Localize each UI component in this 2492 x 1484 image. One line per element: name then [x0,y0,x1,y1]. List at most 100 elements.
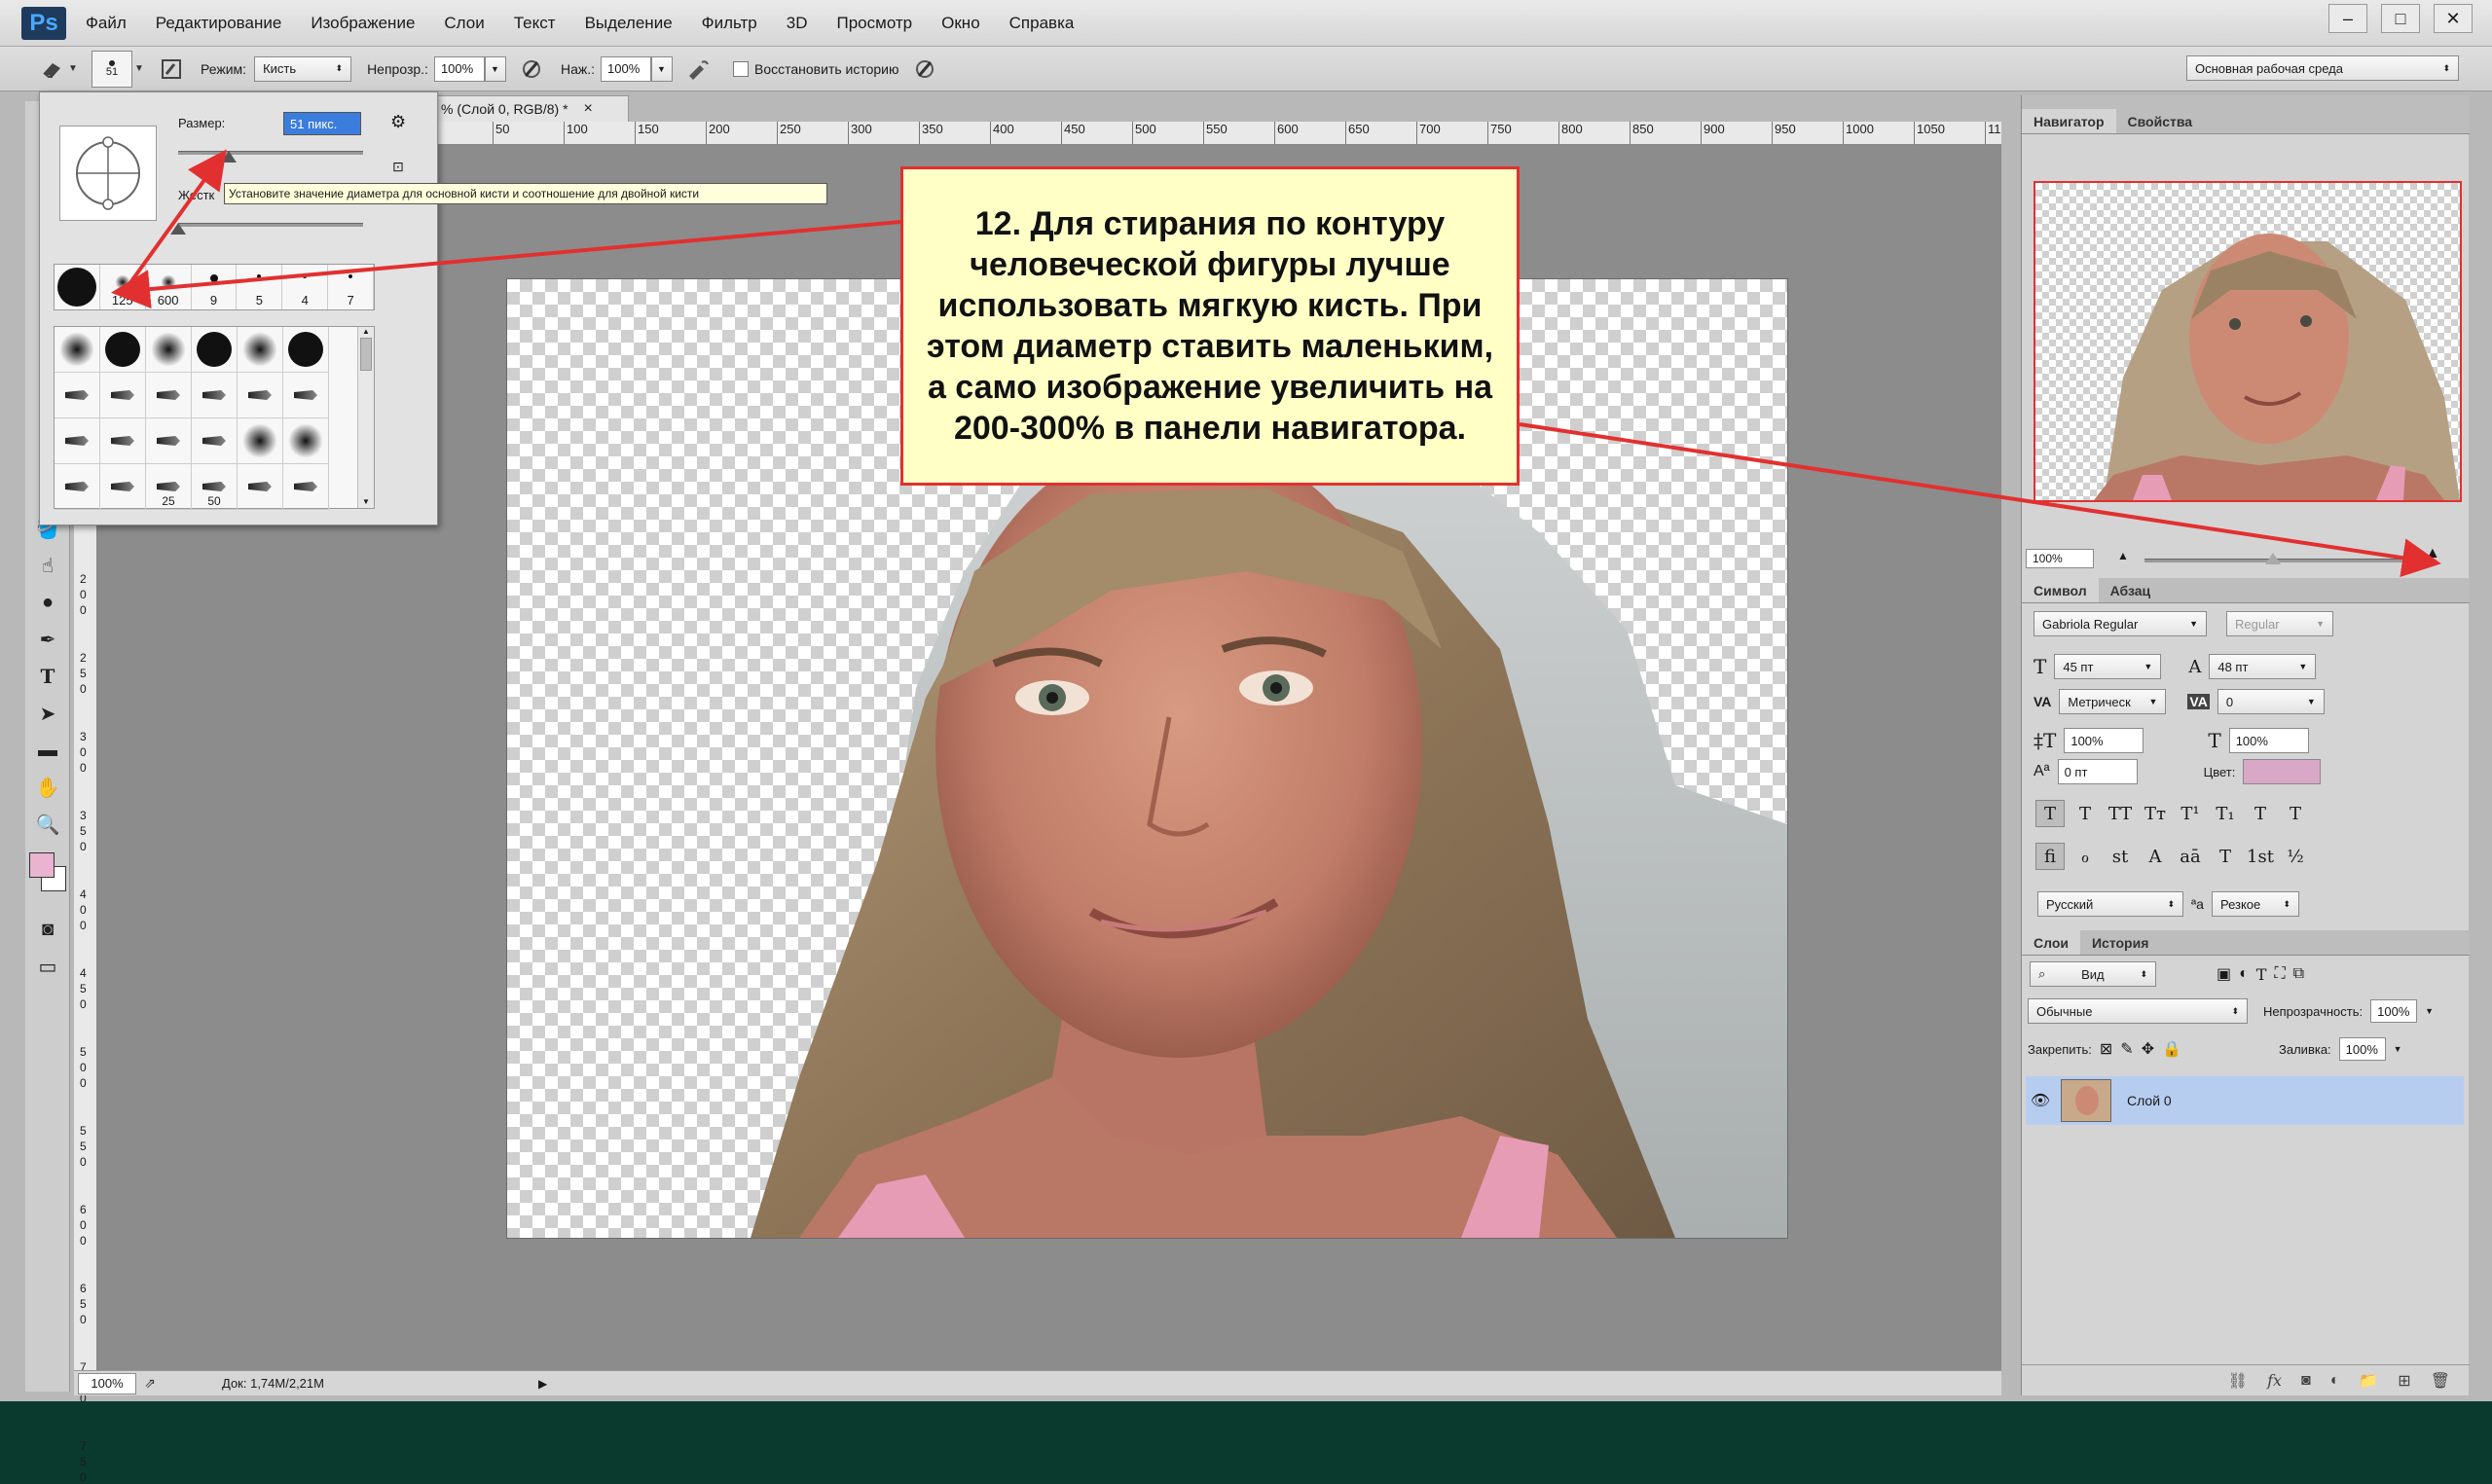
document-tab[interactable]: % (Слой 0, RGB/8) * × [434,95,629,122]
adjustment-layer-icon[interactable]: ◐ [2330,1372,2340,1390]
brush-preset[interactable]: 25 [146,464,192,510]
tab-layers[interactable]: Слои [2022,930,2080,955]
horizontal-scale-input[interactable]: 100% [2228,728,2309,753]
recent-brush-preset[interactable]: 5 [237,265,283,309]
format-button-2-2[interactable]: st [2106,843,2135,870]
format-button-1-0[interactable]: T [2035,800,2065,827]
navigator-zoom-input[interactable]: 100% [2026,549,2094,568]
link-layers-icon[interactable]: ⛓ [2228,1371,2248,1391]
brush-preset[interactable] [55,327,100,373]
layer-filter-select[interactable]: ⌕ Вид ⬍ [2030,961,2156,987]
layer-name[interactable]: Слой 0 [2127,1093,2172,1108]
add-mask-icon[interactable]: ◙ [2301,1372,2311,1390]
tab-navigator[interactable]: Навигатор [2022,109,2116,133]
maximize-button[interactable]: □ [2381,4,2420,33]
menu-item-7[interactable]: 3D [787,14,808,33]
brush-preset[interactable] [192,327,238,373]
flow-dropdown[interactable]: ▼ [651,55,673,82]
antialias-select[interactable]: Резкое ⬍ [2211,891,2299,917]
brush-preset[interactable] [192,373,238,418]
format-button-2-3[interactable]: A [2141,843,2170,870]
tracking-select[interactable]: 0 ▼ [2217,689,2325,714]
format-button-2-1[interactable]: ℴ [2071,843,2100,870]
baseline-shift-input[interactable]: 0 пт [2057,759,2138,784]
close-button[interactable]: ✕ [2434,4,2473,33]
font-size-select[interactable]: 45 пт ▼ [2054,654,2162,679]
filter-shape-icon[interactable]: ⛶ [2274,965,2285,983]
tool-pen[interactable]: ✒ [25,621,70,658]
brush-preset[interactable] [238,373,283,418]
menu-item-4[interactable]: Текст [514,14,556,33]
tool-smudge[interactable]: ☝ [25,547,70,584]
brush-preset[interactable] [146,373,192,418]
mode-select[interactable]: Кисть ⬍ [254,55,352,82]
tool-shape[interactable]: ▬ [25,732,70,769]
fx-icon[interactable]: fx [2267,1371,2282,1390]
format-button-1-5[interactable]: T₁ [2211,800,2240,827]
hardness-slider-thumb[interactable] [170,223,186,235]
recent-brush-preset[interactable]: 4 [282,265,329,309]
filter-smart-object-icon[interactable]: ⧉ [2293,965,2304,983]
menu-item-10[interactable]: Справка [1009,14,1075,33]
new-layer-icon[interactable]: ⊞ [2398,1371,2410,1391]
navigator-zoom-thumb[interactable] [2265,553,2281,564]
format-button-1-6[interactable]: T [2246,800,2275,827]
brush-preset[interactable] [283,373,329,418]
font-family-select[interactable]: Gabriola Regular ▼ [2034,611,2207,636]
brush-preset[interactable] [238,327,283,373]
status-menu-arrow-icon[interactable]: ▶ [538,1377,547,1391]
blend-mode-select[interactable]: Обычные ⬍ [2028,998,2248,1024]
menu-item-1[interactable]: Редактирование [156,14,282,33]
minimize-button[interactable]: – [2328,4,2367,33]
flow-input[interactable]: 100% [601,55,651,82]
format-button-1-2[interactable]: TT [2106,800,2135,827]
brush-preset[interactable] [100,373,146,418]
format-button-2-7[interactable]: ½ [2281,843,2310,870]
recent-brush-preset[interactable]: 9 [192,265,238,309]
brush-preset[interactable] [55,464,100,510]
format-button-2-4[interactable]: aā [2176,843,2205,870]
size-slider[interactable] [178,151,363,155]
menu-item-2[interactable]: Изображение [311,14,415,33]
workspace-select[interactable]: Основная рабочая среда ⬍ [2186,55,2459,81]
format-button-1-1[interactable]: T [2071,800,2100,827]
tool-path-selection[interactable]: ➤ [25,695,70,732]
new-preset-icon[interactable]: ⊡ [392,159,404,175]
brush-preset[interactable] [192,418,238,464]
brush-preset[interactable] [100,327,146,373]
lock-image-icon[interactable]: ✎ [2120,1039,2133,1059]
tab-close-icon[interactable]: × [584,100,593,118]
opacity-input[interactable]: 100% [433,55,485,82]
size-slider-thumb[interactable] [221,151,237,163]
navigator-zoom-slider[interactable] [2144,559,2417,562]
recent-brush-preset[interactable] [55,265,100,309]
zoom-level-input[interactable]: 100% [78,1372,136,1394]
quick-mask-toggle[interactable]: ◙ [25,911,70,948]
tool-hand[interactable]: ✋ [25,769,70,806]
new-group-icon[interactable]: 📁 [2359,1371,2378,1391]
brush-preset[interactable] [55,418,100,464]
gear-icon[interactable]: ⚙ [390,112,406,132]
format-button-2-5[interactable]: T [2211,843,2240,870]
scroll-up-icon[interactable]: ▲ [358,327,374,336]
filter-type-icon[interactable]: T [2256,965,2267,984]
hardness-slider[interactable] [178,223,363,227]
presets-scrollbar[interactable]: ▲ ▼ [357,327,374,508]
brush-preset[interactable] [100,464,146,510]
brush-preset[interactable] [146,418,192,464]
tool-dodge[interactable]: ● [25,584,70,621]
layer-row[interactable]: 👁 Слой 0 [2026,1076,2464,1125]
chevron-down-icon[interactable]: ▼ [2425,1006,2434,1016]
recent-brush-preset[interactable]: 600 [146,265,192,309]
brush-preset[interactable] [100,418,146,464]
brush-preset[interactable] [283,464,329,510]
airbrush-toggle[interactable] [684,55,712,83]
tab-properties[interactable]: Свойства [2116,109,2205,133]
recent-brush-preset[interactable]: 125 [100,265,146,309]
menu-item-0[interactable]: Файл [86,14,127,33]
screen-mode-toggle[interactable]: ▭ [25,948,70,985]
tab-history[interactable]: История [2080,930,2160,955]
menu-item-5[interactable]: Выделение [585,14,673,33]
brush-preset[interactable] [283,418,329,464]
language-select[interactable]: Русский ⬍ [2037,891,2183,917]
